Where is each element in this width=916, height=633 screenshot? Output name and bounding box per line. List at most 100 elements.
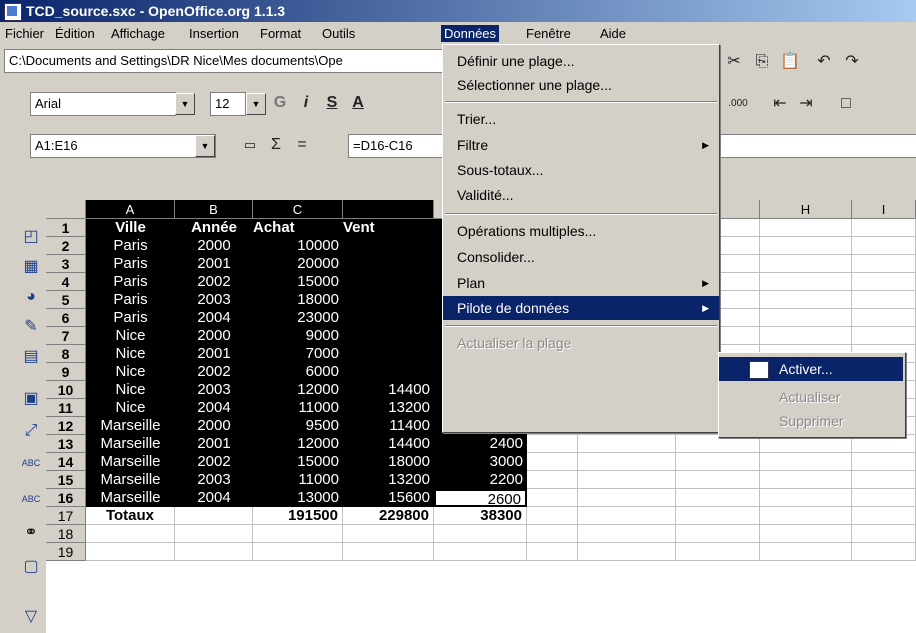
empty-cell[interactable] (852, 309, 916, 327)
empty-cell[interactable] (760, 471, 852, 489)
empty-cell[interactable] (527, 525, 578, 543)
copy-icon[interactable]: ⎘ (750, 50, 774, 74)
menu-item-validite[interactable]: Validité... (443, 183, 719, 207)
cell-annee[interactable]: 2001 (175, 255, 253, 273)
cell-ville[interactable]: Marseille (86, 435, 175, 453)
filter-icon[interactable]: ▽ (18, 604, 44, 630)
empty-cell[interactable] (852, 543, 916, 561)
row-header[interactable]: 16 (46, 489, 86, 507)
cell-annee[interactable] (175, 507, 253, 525)
empty-cell[interactable] (527, 543, 578, 561)
cell-ville[interactable]: Nice (86, 327, 175, 345)
empty-cell[interactable] (578, 489, 676, 507)
empty-cell[interactable] (527, 453, 578, 471)
row-header[interactable]: 1 (46, 219, 86, 237)
empty-cell[interactable] (760, 255, 852, 273)
cell-vente[interactable]: 18000 (343, 453, 434, 471)
cell-annee[interactable] (175, 525, 253, 543)
cell-vente[interactable]: 229800 (343, 507, 434, 525)
menu-item-consolider[interactable]: Consolider... (443, 245, 719, 269)
insert-cells-icon[interactable]: ▦ (18, 254, 44, 280)
border-icon[interactable]: □ (834, 92, 858, 116)
cell-achat[interactable]: 6000 (253, 363, 343, 381)
cell-annee[interactable]: 2004 (175, 399, 253, 417)
cell-achat[interactable]: 7000 (253, 345, 343, 363)
cell-annee[interactable]: 2003 (175, 471, 253, 489)
menu-donnees[interactable]: Données (441, 25, 500, 42)
cell-achat[interactable]: 15000 (253, 273, 343, 291)
name-box-dropdown[interactable]: ▼ (195, 135, 215, 157)
empty-cell[interactable] (578, 525, 676, 543)
cell-annee[interactable]: 2004 (175, 489, 253, 507)
function-wizard-icon[interactable]: ▭ (238, 133, 262, 157)
cell-ville[interactable]: Marseille (86, 471, 175, 489)
cell-achat[interactable]: 11000 (253, 399, 343, 417)
empty-cell[interactable] (578, 435, 676, 453)
cell-vente[interactable] (343, 345, 434, 363)
empty-cell[interactable] (676, 453, 760, 471)
outdent-icon[interactable]: ⇤ (768, 92, 792, 116)
draw-icon[interactable]: ✎ (18, 314, 44, 340)
column-header-h[interactable]: H (760, 200, 852, 219)
cell-ville[interactable]: Paris (86, 237, 175, 255)
redo-icon[interactable]: ↷ (840, 50, 864, 74)
empty-cell[interactable] (676, 489, 760, 507)
row-header[interactable]: 3 (46, 255, 86, 273)
empty-cell[interactable] (852, 327, 916, 345)
equals-icon[interactable]: = (290, 133, 314, 157)
cell-e[interactable]: 2600 (434, 489, 527, 507)
column-header-c[interactable]: C (253, 200, 343, 219)
row-header[interactable]: 10 (46, 381, 86, 399)
cell-annee[interactable] (175, 543, 253, 561)
empty-cell[interactable] (852, 471, 916, 489)
indent-icon[interactable]: ⇥ (794, 92, 818, 116)
undo-icon[interactable]: ↶ (812, 50, 836, 74)
menu-item-definir-plage[interactable]: Définir une plage... (443, 49, 719, 73)
cell-achat[interactable]: Achat (253, 219, 343, 237)
empty-cell[interactable] (578, 453, 676, 471)
menu-insertion[interactable]: Insertion (186, 25, 242, 42)
empty-cell[interactable] (527, 471, 578, 489)
menu-outils[interactable]: Outils (319, 25, 358, 42)
row-header[interactable]: 13 (46, 435, 86, 453)
empty-cell[interactable] (578, 507, 676, 525)
menu-fenetre[interactable]: Fenêtre (523, 25, 574, 42)
cell-achat[interactable]: 12000 (253, 435, 343, 453)
cell-vente[interactable]: 13200 (343, 399, 434, 417)
cell-ville[interactable] (86, 543, 175, 561)
empty-cell[interactable] (527, 489, 578, 507)
cell-vente[interactable] (343, 237, 434, 255)
empty-cell[interactable] (527, 507, 578, 525)
empty-cell[interactable] (578, 471, 676, 489)
font-name-dropdown[interactable]: ▼ (175, 93, 195, 115)
empty-cell[interactable] (676, 543, 760, 561)
bold-icon[interactable]: G (268, 91, 292, 115)
italic-icon[interactable]: i (294, 91, 318, 115)
cell-ville[interactable]: Nice (86, 381, 175, 399)
cell-vente[interactable] (343, 363, 434, 381)
insert-icon[interactable]: ◰ (18, 224, 44, 250)
decimal-icon[interactable]: .000 (726, 92, 750, 116)
find-icon[interactable]: ⚭ (18, 520, 44, 546)
empty-cell[interactable] (760, 219, 852, 237)
column-header-b[interactable]: B (175, 200, 253, 219)
datasource-icon[interactable]: ▢ (18, 554, 44, 580)
menu-item-plan[interactable]: Plan (443, 271, 719, 295)
empty-cell[interactable] (852, 219, 916, 237)
cell-vente[interactable] (343, 525, 434, 543)
empty-cell[interactable] (760, 543, 852, 561)
menu-item-operations-multiples[interactable]: Opérations multiples... (443, 219, 719, 243)
form-icon[interactable]: ▤ (18, 344, 44, 370)
app-icon[interactable] (4, 3, 22, 21)
select-all-corner[interactable] (46, 200, 86, 219)
empty-cell[interactable] (852, 507, 916, 525)
cell-achat[interactable] (253, 543, 343, 561)
row-header[interactable]: 9 (46, 363, 86, 381)
empty-cell[interactable] (852, 255, 916, 273)
font-name-field[interactable]: Arial (30, 92, 176, 116)
cell-achat[interactable] (253, 525, 343, 543)
cell-vente[interactable] (343, 291, 434, 309)
cell-e[interactable]: 3000 (434, 453, 527, 471)
menu-fichier[interactable]: Fichier (2, 25, 47, 42)
cell-vente[interactable]: 13200 (343, 471, 434, 489)
